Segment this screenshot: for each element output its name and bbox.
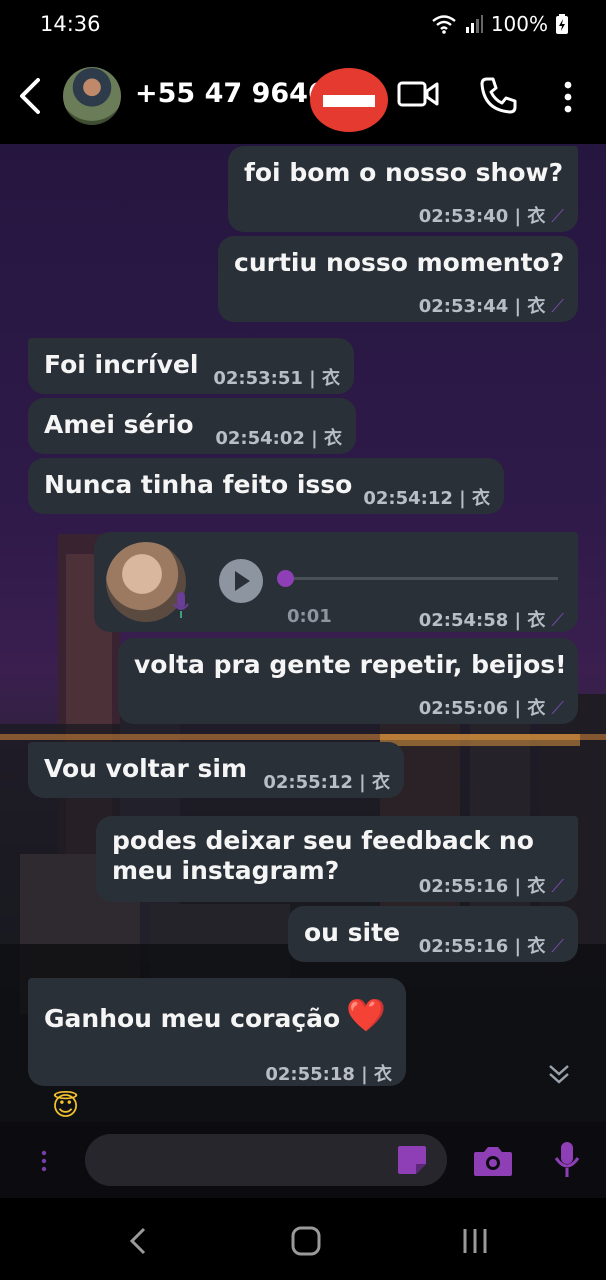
audio-progress-thumb[interactable] <box>277 570 294 587</box>
message-time: 02:53:51 | 衣 <box>213 368 340 389</box>
delivered-icon: ⟋ <box>551 876 564 897</box>
message-bubble-incoming[interactable]: Ganhou meu coração ❤️ 02:55:18 | 衣 <box>28 978 406 1086</box>
message-bubble-outgoing[interactable]: podes deixar seu feedback no meu instagr… <box>96 816 578 902</box>
message-text: Vou voltar sim <box>44 754 248 783</box>
message-text-line1: podes deixar seu feedback no <box>112 826 534 855</box>
message-bubble-incoming[interactable]: Vou voltar sim 02:55:12 | 衣 <box>28 742 404 798</box>
contact-name[interactable]: +55 47 9646- <box>135 78 338 109</box>
system-nav-bar <box>0 1198 606 1280</box>
more-options-icon[interactable] <box>560 80 576 114</box>
message-text: foi bom o nosso show? <box>244 158 564 187</box>
message-bubble-incoming[interactable]: Amei sério 02:54:02 | 衣 <box>28 398 356 454</box>
redaction-mark <box>310 68 388 132</box>
message-text: Amei sério <box>44 410 194 439</box>
camera-icon[interactable] <box>472 1144 514 1178</box>
message-bubble-outgoing[interactable]: ou site 02:55:16 | 衣 ⟋ <box>288 906 578 962</box>
delivered-icon: ⟋ <box>551 698 564 719</box>
nav-home-icon[interactable] <box>290 1225 322 1257</box>
message-text: ou site <box>304 918 401 947</box>
signal-icon <box>465 15 483 33</box>
message-time: 02:54:02 | 衣 <box>215 428 342 449</box>
sticker-icon[interactable] <box>394 1142 430 1178</box>
message-text: curtiu nosso momento? <box>234 248 565 277</box>
voice-message-bubble[interactable]: 0:01 02:54:58 | 衣 ⟋ <box>94 532 578 632</box>
chat-area[interactable]: foi bom o nosso show? 02:53:40 | 衣 ⟋ curt… <box>0 144 606 1122</box>
nav-recents-icon[interactable] <box>460 1226 490 1256</box>
audio-duration: 0:01 <box>287 606 332 627</box>
message-time: 02:55:12 | 衣 <box>263 772 390 793</box>
message-text: Foi incrível <box>44 350 199 379</box>
message-text: volta pra gente repetir, beijos! <box>134 650 567 679</box>
heart-emoji: ❤️ <box>346 996 386 1034</box>
message-input-bar <box>0 1122 606 1198</box>
message-time: 02:55:16 | 衣 ⟋ <box>418 936 564 957</box>
voice-record-icon[interactable] <box>552 1140 582 1180</box>
attach-menu-icon[interactable] <box>40 1150 48 1172</box>
phone-call-icon[interactable] <box>478 76 518 116</box>
delivered-icon: ⟋ <box>551 936 564 957</box>
scroll-down-icon[interactable] <box>546 1062 572 1086</box>
microphone-icon <box>173 592 189 618</box>
status-bar: 14:36 100% <box>0 0 606 50</box>
message-input[interactable] <box>85 1134 447 1186</box>
message-time: 02:55:18 | 衣 <box>265 1064 392 1085</box>
nav-back-icon[interactable] <box>126 1226 150 1256</box>
message-time: 02:55:16 | 衣 ⟋ <box>418 876 564 897</box>
message-bubble-outgoing[interactable]: volta pra gente repetir, beijos! 02:55:0… <box>118 638 578 724</box>
message-time: 02:54:12 | 衣 <box>363 488 490 509</box>
message-text: Nunca tinha feito isso <box>44 470 353 499</box>
message-bubble-outgoing[interactable]: foi bom o nosso show? 02:53:40 | 衣 ⟋ <box>228 146 578 232</box>
battery-percent: 100% <box>490 12 548 36</box>
message-time: 02:54:58 | 衣 ⟋ <box>418 610 564 631</box>
message-bubble-outgoing[interactable]: curtiu nosso momento? 02:53:44 | 衣 ⟋ <box>218 236 578 322</box>
message-time: 02:53:44 | 衣 ⟋ <box>418 296 564 317</box>
chat-header: +55 47 9646- <box>0 50 606 144</box>
message-text: Ganhou meu coração <box>44 1004 341 1033</box>
battery-icon <box>556 14 568 34</box>
delivered-icon: ⟋ <box>551 206 564 227</box>
wifi-icon <box>432 15 456 34</box>
back-arrow-icon[interactable] <box>12 74 52 118</box>
reaction-emoji[interactable]: 😇 <box>52 1092 79 1122</box>
avatar[interactable] <box>63 67 121 125</box>
audio-progress-track[interactable] <box>284 577 558 580</box>
message-bubble-incoming[interactable]: Nunca tinha feito isso 02:54:12 | 衣 <box>28 458 504 514</box>
delivered-icon: ⟋ <box>551 296 564 317</box>
message-time: 02:53:40 | 衣 ⟋ <box>418 206 564 227</box>
video-call-icon[interactable] <box>397 78 439 110</box>
message-bubble-incoming[interactable]: Foi incrível 02:53:51 | 衣 <box>28 338 354 394</box>
delivered-icon: ⟋ <box>551 610 564 631</box>
message-text-line2: meu instagram? <box>112 856 340 885</box>
play-icon[interactable] <box>218 558 264 604</box>
status-time: 14:36 <box>40 12 101 36</box>
message-time: 02:55:06 | 衣 ⟋ <box>418 698 564 719</box>
